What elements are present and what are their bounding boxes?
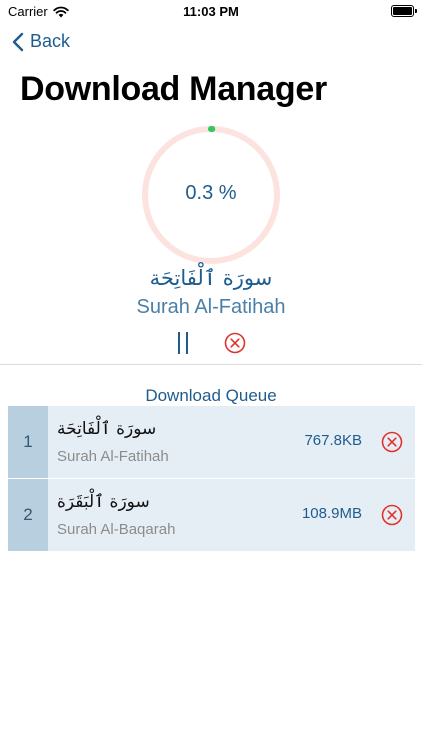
back-label: Back xyxy=(30,31,71,51)
queue-row-arabic-name: سورَة ٱلْفَاتِحَة xyxy=(57,419,157,439)
battery-fill xyxy=(393,7,412,15)
page-title: Download Manager xyxy=(20,70,327,108)
status-bar: Carrier 11:03 PM xyxy=(0,0,422,24)
queue-row-english-name: Surah Al-Baqarah xyxy=(57,521,176,538)
pause-bar-right xyxy=(186,332,188,354)
current-surah-arabic: سورَة ٱلْفَاتِحَة xyxy=(149,266,273,290)
cancel-icon[interactable] xyxy=(381,431,403,453)
queue-row-arabic-name: سورَة ٱلْبَقَرَة xyxy=(57,492,150,512)
download-queue-list: 1 سورَة ٱلْفَاتِحَة Surah Al-Fatihah 767… xyxy=(8,406,415,552)
queue-row-english-name: Surah Al-Fatihah xyxy=(57,448,169,465)
back-button[interactable]: Back xyxy=(12,31,70,52)
queue-row[interactable]: 2 سورَة ٱلْبَقَرَة Surah Al-Baqarah 108.… xyxy=(8,479,415,551)
queue-row-index: 2 xyxy=(8,479,48,551)
queue-row-size: 108.9MB xyxy=(301,505,362,522)
pause-icon[interactable] xyxy=(175,332,191,354)
section-divider xyxy=(0,364,422,365)
cancel-icon[interactable] xyxy=(381,504,403,526)
queue-row-index: 1 xyxy=(8,406,48,478)
status-time: 11:03 PM xyxy=(183,4,239,19)
chevron-left-icon xyxy=(12,32,24,51)
pause-bar-left xyxy=(178,332,180,354)
queue-title: Download Queue xyxy=(145,386,277,405)
current-surah-english: Surah Al-Fatihah xyxy=(136,296,286,318)
progress-percent: 0.3 % xyxy=(185,182,237,204)
cancel-icon[interactable] xyxy=(224,332,246,354)
queue-row-size: 767.8KB xyxy=(304,432,362,449)
queue-row[interactable]: 1 سورَة ٱلْفَاتِحَة Surah Al-Fatihah 767… xyxy=(8,406,415,478)
progress-ring: 0.3 % xyxy=(140,124,282,266)
battery-icon xyxy=(391,5,417,17)
download-controls xyxy=(0,330,422,356)
